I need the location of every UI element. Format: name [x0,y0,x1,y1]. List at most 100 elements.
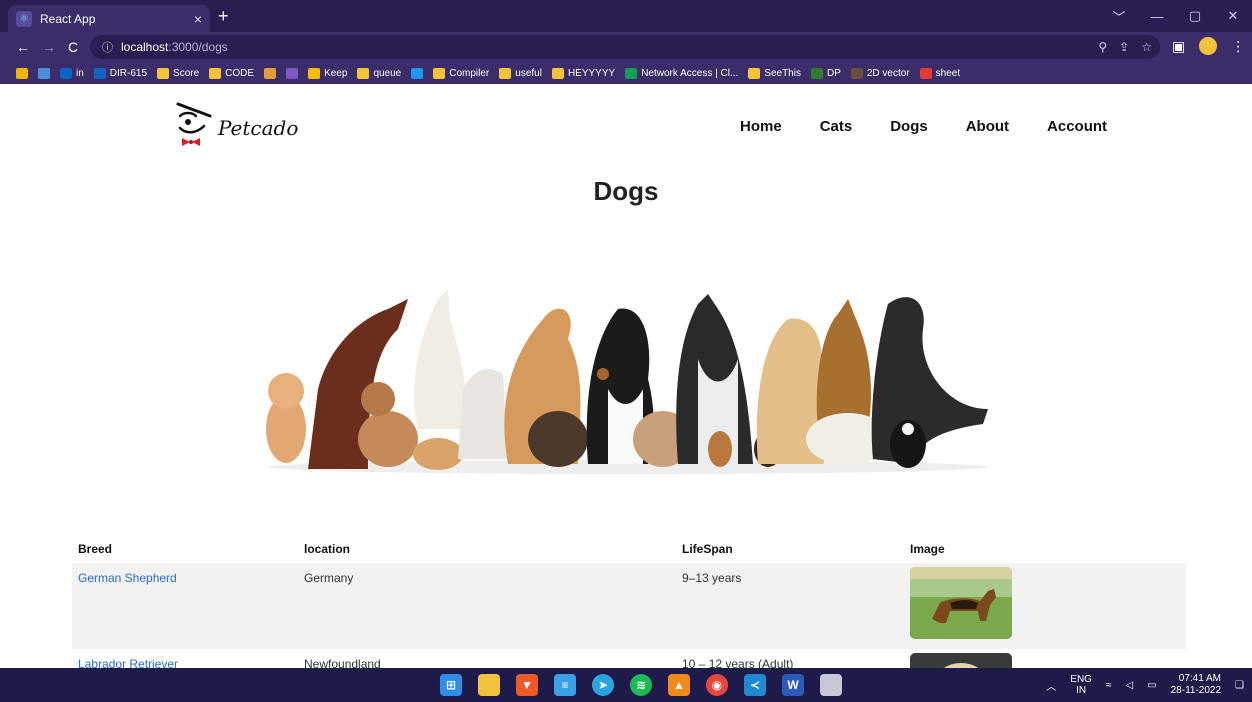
bookmark-folder-icon [919,67,932,79]
chrome-icon[interactable]: ◉ [706,674,728,696]
minimize-button[interactable]: — [1138,9,1176,24]
language-region: IN [1076,685,1087,696]
brave-browser-icon[interactable]: ▼ [516,674,538,696]
profile-avatar-icon[interactable] [1199,37,1218,55]
nav-dogs[interactable]: Dogs [890,118,928,135]
header-lifespan: LifeSpan [682,542,733,556]
bookmark-item[interactable] [16,67,28,79]
tray-overflow-chevron-icon[interactable]: ︿ [1046,678,1056,693]
menu-kebab-icon[interactable]: ⋮ [1231,38,1245,55]
bookmark-item[interactable]: DIR-615 [93,67,147,79]
spotify-icon[interactable]: ≋ [630,674,652,696]
bookmark-folder-icon [286,67,299,79]
bookmark-label: Score [173,67,200,79]
bookmark-folder-icon [748,67,761,79]
bookmark-item[interactable]: Network Access | Cl... [625,67,739,79]
bookmark-item[interactable] [286,67,299,79]
notepad-icon[interactable]: ≡ [554,674,576,696]
bookmark-folder-icon [308,67,321,79]
browser-tab-strip: ⚛ React App × + ﹀ — ▢ ✕ [0,0,1252,32]
clock-time: 07:41 AM [1178,673,1222,684]
nav-cats[interactable]: Cats [820,118,853,135]
bookmark-item[interactable] [38,67,50,79]
bookmark-folder-icon [60,67,72,79]
bookmark-label: 2D vector [866,67,910,79]
system-clock[interactable]: 07:41 AM 28-11-2022 [1171,673,1221,697]
side-panel-icon[interactable]: ▣ [1172,38,1185,55]
bookmark-label: Compiler [449,67,490,79]
bookmark-label: in [76,67,84,79]
breed-link[interactable]: Labrador Retriever [78,657,178,668]
nav-home[interactable]: Home [740,118,782,135]
window-controls: ﹀ — ▢ ✕ [1100,0,1252,32]
share-icon[interactable]: ⇪ [1119,40,1129,54]
breed-link[interactable]: German Shepherd [78,571,177,585]
site-logo[interactable]: Petcado [174,98,298,154]
back-arrow-icon[interactable]: ← [16,39,30,55]
bookmark-item[interactable]: SeeThis [748,67,801,79]
bookmark-item[interactable]: Score [157,67,200,79]
vlc-icon[interactable]: ▲ [668,674,690,696]
bookmark-item[interactable]: Compiler [433,67,490,79]
bookmark-item[interactable]: 2D vector [850,67,910,79]
browser-tab[interactable]: ⚛ React App × [8,5,210,32]
bookmark-folder-icon [209,67,222,79]
battery-icon[interactable]: ▭ [1147,680,1156,691]
volume-icon[interactable]: ◁ [1125,680,1133,691]
vscode-icon[interactable]: ≺ [744,674,766,696]
bookmark-folder-icon [93,67,106,79]
snipping-tool-icon[interactable] [820,674,842,696]
bookmark-label: DP [826,67,841,79]
telegram-icon[interactable]: ➤ [592,674,614,696]
tab-close-icon[interactable]: × [194,11,202,27]
bookmark-item[interactable]: CODE [209,67,255,79]
bookmark-folder-icon [850,67,863,79]
bookmark-star-icon[interactable]: ☆ [1141,40,1152,54]
bookmark-label: SeeThis [764,67,801,79]
bookmark-label: HEYYYYY [567,67,616,79]
table-row: German Shepherd Germany 9–13 years [72,563,1186,649]
nav-about[interactable]: About [966,118,1009,135]
dogs-group-hero-image [266,289,988,474]
bookmark-folder-icon [433,67,446,79]
bookmark-item[interactable] [264,67,277,79]
location-cell: Newfoundland [304,657,381,668]
zoom-icon[interactable]: ⚲ [1098,40,1107,54]
main-nav: Home Cats Dogs About Account [740,118,1107,135]
bookmark-folder-icon [810,67,823,79]
nav-account[interactable]: Account [1047,118,1107,135]
bookmark-item[interactable]: sheet [919,67,961,79]
bookmark-item[interactable]: queue [357,67,401,79]
bookmark-folder-icon [157,67,170,79]
bookmark-folder-icon [16,67,28,79]
tab-title: React App [40,11,96,26]
address-toolbar: ← → C ⓘ localhost:3000/dogs ⚲ ⇪ ☆ ▣ ⋮ [0,32,1252,62]
bookmark-item[interactable]: HEYYYYY [551,67,616,79]
system-tray: ︿ ENG IN ≈ ◁ ▭ 07:41 AM 28-11-2022 ❏ [1046,670,1244,700]
bookmark-label: Network Access | Cl... [641,67,739,79]
bookmark-item[interactable]: useful [499,67,542,79]
site-info-icon[interactable]: ⓘ [102,39,113,55]
new-tab-button[interactable]: + [218,6,229,27]
forward-arrow-icon[interactable]: → [42,39,56,55]
lifespan-cell: 9–13 years [682,571,742,585]
bookmark-label: sheet [935,67,961,79]
bookmark-item[interactable] [411,67,424,79]
maximize-button[interactable]: ▢ [1176,8,1214,24]
wifi-icon[interactable]: ≈ [1106,680,1112,691]
breeds-table: Breed location LifeSpan Image German She… [72,535,1186,668]
language-indicator[interactable]: ENG IN [1070,674,1092,696]
bookmark-item[interactable]: in [60,67,84,79]
url-bar[interactable]: ⓘ localhost:3000/dogs ⚲ ⇪ ☆ [90,35,1160,59]
tab-search-icon[interactable]: ﹀ [1100,7,1138,26]
file-explorer-icon[interactable] [478,674,500,696]
close-window-button[interactable]: ✕ [1214,8,1252,24]
bookmark-item[interactable]: DP [810,67,841,79]
windows-start-icon[interactable]: ⊞ [440,674,462,696]
reload-icon[interactable]: C [68,39,78,55]
notifications-icon[interactable]: ❏ [1235,680,1244,691]
labrador-retriever-thumbnail [910,653,1012,668]
word-icon[interactable]: W [782,674,804,696]
bookmark-label: CODE [225,67,255,79]
bookmark-item[interactable]: Keep [308,67,347,79]
